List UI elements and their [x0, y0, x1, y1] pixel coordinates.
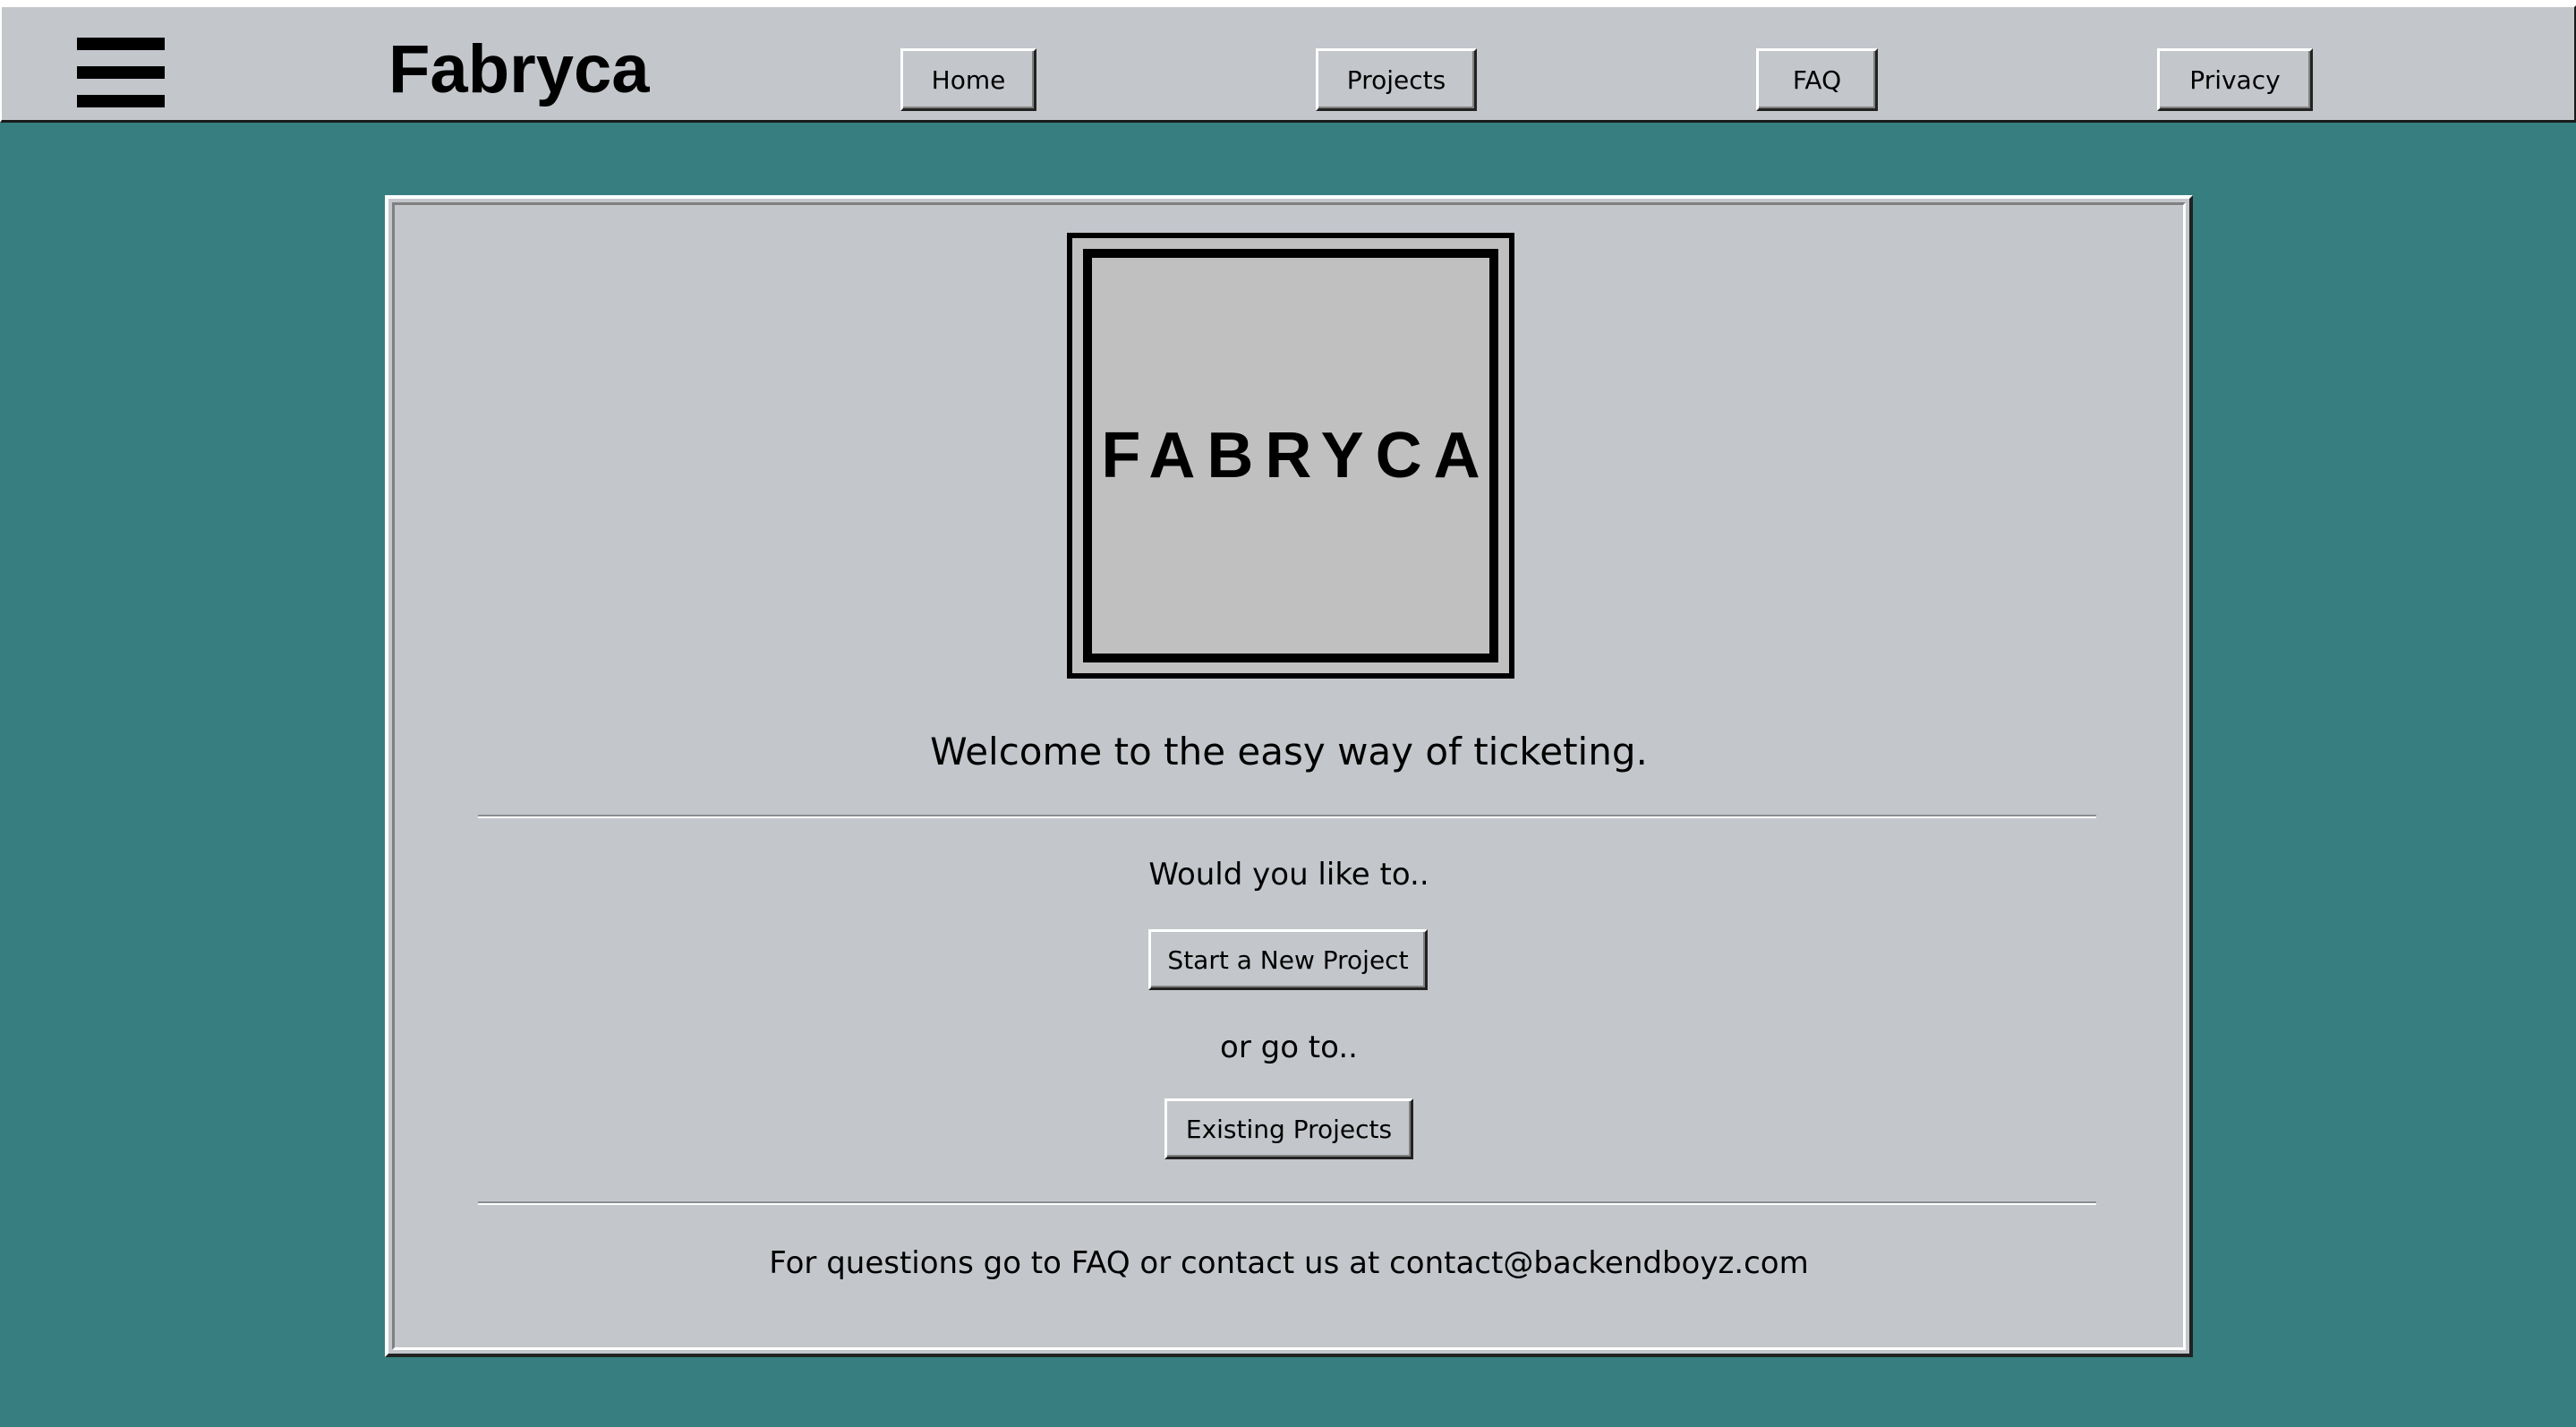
- divider: [478, 1201, 2096, 1205]
- divider: [478, 815, 2096, 818]
- logo-text: FABRYCA: [1101, 420, 1492, 491]
- welcome-heading: Welcome to the easy way of ticketing.: [930, 730, 1648, 773]
- main-panel: FABRYCA Welcome to the easy way of ticke…: [385, 195, 2193, 1357]
- hamburger-line: [77, 66, 165, 79]
- nav-projects-button[interactable]: Projects: [1316, 48, 1477, 111]
- contact-footer-text: For questions go to FAQ or contact us at…: [769, 1245, 1809, 1281]
- fabryca-logo: FABRYCA: [1067, 233, 1514, 679]
- hamburger-line: [77, 38, 165, 50]
- nav-faq-button[interactable]: FAQ: [1756, 48, 1878, 111]
- start-new-project-button[interactable]: Start a New Project: [1148, 929, 1428, 990]
- hamburger-menu-icon[interactable]: [77, 32, 165, 109]
- logo-inner-frame: FABRYCA: [1083, 249, 1498, 662]
- existing-projects-button[interactable]: Existing Projects: [1164, 1098, 1413, 1159]
- prompt-text: Would you like to..: [1148, 857, 1429, 893]
- hamburger-line: [77, 95, 165, 107]
- brand-title: Fabryca: [388, 31, 650, 107]
- nav-privacy-button[interactable]: Privacy: [2157, 48, 2313, 111]
- or-go-to-text: or go to..: [1220, 1030, 1358, 1065]
- top-navigation-bar: Fabryca Home Projects FAQ Privacy: [0, 5, 2576, 123]
- nav-home-button[interactable]: Home: [900, 48, 1036, 111]
